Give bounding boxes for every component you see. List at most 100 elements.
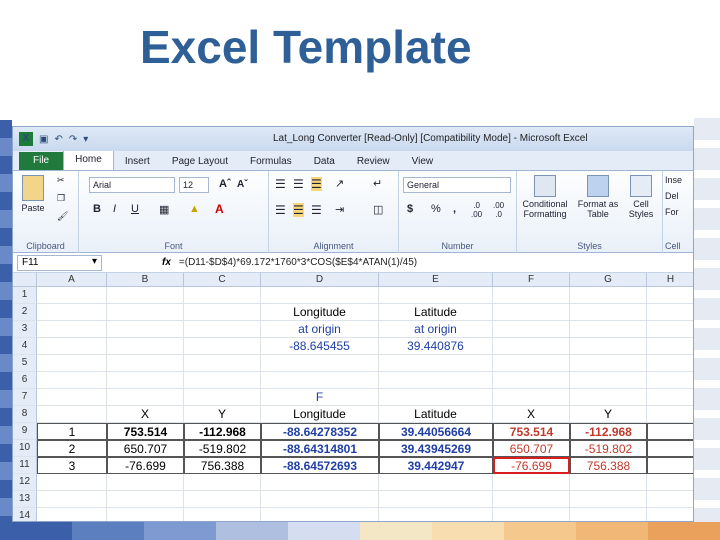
table-cell[interactable] [184,355,261,372]
table-cell[interactable] [493,474,570,491]
table-cell[interactable]: Latitude [379,304,493,321]
column-header-e[interactable]: E [379,273,493,287]
table-cell[interactable] [107,491,184,508]
font-color-icon[interactable]: A [215,202,224,216]
table-cell[interactable] [647,355,693,372]
undo-icon[interactable]: ↶ [54,134,62,145]
row-header[interactable]: 13 [13,491,37,508]
table-cell[interactable] [184,304,261,321]
table-cell[interactable] [37,474,107,491]
table-cell[interactable] [184,389,261,406]
table-cell[interactable] [261,372,379,389]
format-painter-icon[interactable]: 🖌 [57,211,68,222]
tab-home[interactable]: Home [63,150,114,170]
table-cell[interactable] [647,491,693,508]
table-cell[interactable] [493,304,570,321]
table-cell[interactable]: X [107,406,184,423]
table-cell[interactable] [37,287,107,304]
fill-color-icon[interactable]: ▲ [189,203,200,215]
align-top-icon[interactable]: ☰ [275,177,286,191]
align-left-icon[interactable]: ☰ [275,203,286,217]
table-cell[interactable] [493,355,570,372]
format-cells-button[interactable]: For [665,207,679,217]
table-cell[interactable] [570,389,647,406]
table-cell[interactable] [379,508,493,521]
align-middle-icon[interactable]: ☰ [293,177,304,191]
table-cell[interactable] [261,287,379,304]
table-cell[interactable]: 39.43945269 [379,440,493,457]
column-header-f[interactable]: F [493,273,570,287]
table-cell[interactable]: Y [570,406,647,423]
table-cell[interactable] [184,321,261,338]
column-header-g[interactable]: G [570,273,647,287]
table-cell[interactable] [570,372,647,389]
column-header-h[interactable]: H [647,273,693,287]
table-cell[interactable]: 756.388 [184,457,261,474]
row-header[interactable]: 12 [13,474,37,491]
table-cell[interactable] [184,474,261,491]
table-cell[interactable]: 753.514 [107,423,184,440]
table-cell[interactable] [184,338,261,355]
table-cell[interactable]: 650.707 [493,440,570,457]
table-cell[interactable] [493,491,570,508]
indent-icon[interactable]: ⇥ [335,203,344,216]
table-cell[interactable] [570,491,647,508]
table-cell[interactable] [379,389,493,406]
table-cell[interactable] [493,338,570,355]
row-header[interactable]: 2 [13,304,37,321]
shrink-font-icon[interactable]: Aˇ [237,179,248,190]
percent-icon[interactable]: % [431,203,441,215]
currency-icon[interactable]: $ [407,203,413,215]
name-box[interactable]: F11 ▾ [17,254,102,271]
table-cell[interactable]: 39.442947 [379,457,493,474]
table-cell[interactable] [107,508,184,521]
table-cell[interactable]: -112.968 [184,423,261,440]
redo-icon[interactable]: ↷ [69,134,77,145]
row-header[interactable]: 5 [13,355,37,372]
table-cell[interactable]: 2 [37,440,107,457]
table-cell[interactable]: -88.64314801 [261,440,379,457]
table-cell[interactable] [107,338,184,355]
table-cell[interactable] [107,389,184,406]
orientation-icon[interactable]: ↗ [335,177,344,190]
worksheet-grid[interactable]: A B C D E F G H 1 2 Longitude Latitude 3 at o… [13,273,693,521]
table-cell[interactable] [570,474,647,491]
column-header-c[interactable]: C [184,273,261,287]
column-header-a[interactable]: A [37,273,107,287]
table-cell[interactable] [261,474,379,491]
name-box-dropdown-icon[interactable]: ▾ [92,256,97,267]
table-cell[interactable] [261,491,379,508]
table-cell[interactable]: -519.802 [570,440,647,457]
cut-icon[interactable]: ✂ [57,175,65,186]
cell-styles-button[interactable]: Cell Styles [623,175,659,219]
table-cell[interactable] [37,321,107,338]
table-cell[interactable] [647,508,693,521]
table-cell[interactable]: 3 [37,457,107,474]
excel-logo-icon[interactable]: X [19,132,33,146]
row-header[interactable]: 11 [13,457,37,474]
column-header-d[interactable]: D [261,273,379,287]
row-header[interactable]: 4 [13,338,37,355]
row-header[interactable]: 6 [13,372,37,389]
table-cell[interactable] [647,389,693,406]
column-header-b[interactable]: B [107,273,184,287]
table-cell[interactable] [570,304,647,321]
table-cell[interactable]: 650.707 [107,440,184,457]
table-cell[interactable] [107,321,184,338]
table-cell[interactable] [379,355,493,372]
paste-button[interactable]: Paste [19,175,47,213]
table-cell[interactable]: -519.802 [184,440,261,457]
table-cell[interactable]: 39.44056664 [379,423,493,440]
table-cell[interactable] [37,355,107,372]
formula-input[interactable]: =(D11-$D$4)*69.172*1760*3*COS($E$4*ATAN(… [179,257,417,268]
row-header[interactable]: 3 [13,321,37,338]
table-cell[interactable] [107,474,184,491]
table-cell[interactable] [37,491,107,508]
table-cell[interactable]: 753.514 [493,423,570,440]
table-cell[interactable] [493,508,570,521]
align-bottom-icon[interactable]: ☰ [311,177,322,191]
align-center-icon[interactable]: ☰ [293,203,304,217]
table-cell[interactable]: at origin [379,321,493,338]
table-cell[interactable]: -88.645455 [261,338,379,355]
tab-formulas[interactable]: Formulas [239,153,303,170]
